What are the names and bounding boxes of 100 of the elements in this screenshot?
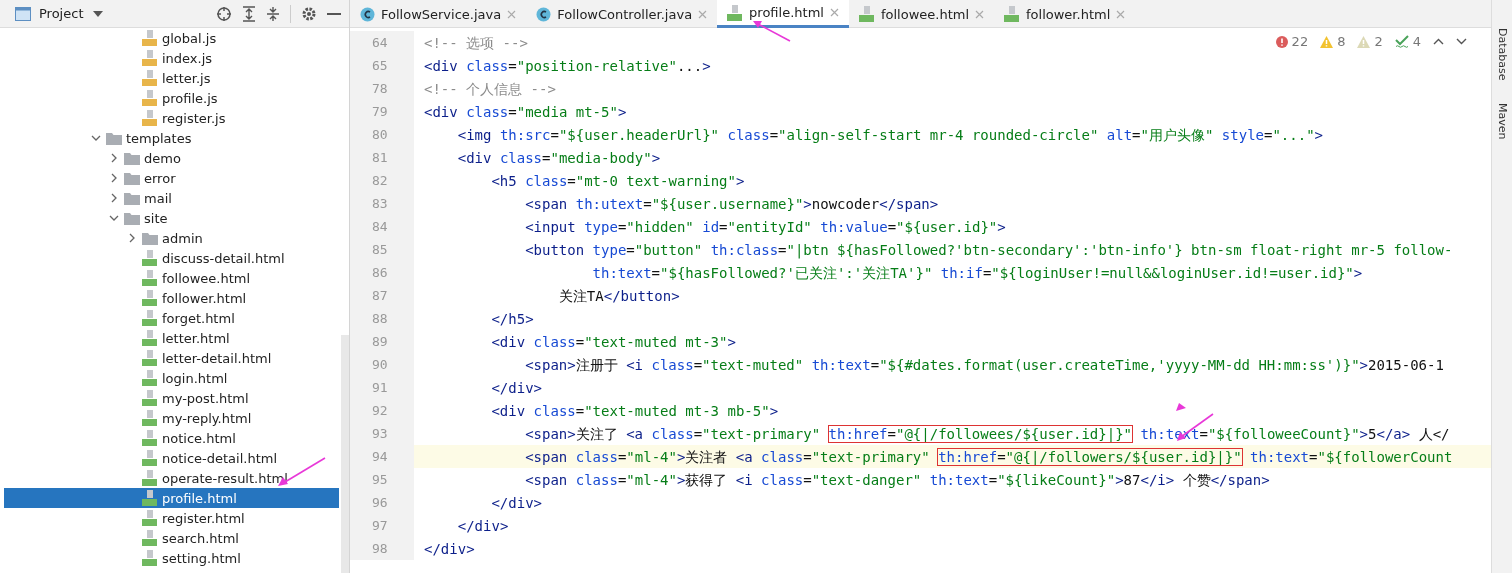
- code-line: </div>: [490, 378, 543, 398]
- tree-item[interactable]: profile.js: [4, 88, 339, 108]
- line-number: 95: [372, 472, 388, 487]
- editor-tab[interactable]: FollowController.java: [526, 0, 718, 28]
- tree-item[interactable]: profile.html: [4, 488, 339, 508]
- tree-item[interactable]: index.js: [4, 48, 339, 68]
- line-number: 82: [372, 173, 388, 188]
- js-file-icon: [142, 110, 158, 126]
- collapse-all-icon[interactable]: [266, 5, 280, 22]
- chevron-right-icon[interactable]: [110, 193, 117, 203]
- tree-item[interactable]: notice.html: [4, 428, 339, 448]
- inspection-count[interactable]: 4: [1394, 34, 1421, 49]
- code-line: <span class="ml-4">获得了 <i class="text-danger" th:text="${likeCount}">87</i> 个赞</span>: [524, 470, 1270, 490]
- html-file-icon: [142, 410, 158, 426]
- code-line: <div class="text-muted mt-3 mb-5">: [490, 401, 779, 421]
- editor-tab[interactable]: profile.html: [717, 0, 849, 28]
- line-number: 94: [372, 449, 388, 464]
- tree-item[interactable]: followee.html: [4, 268, 339, 288]
- editor-tab[interactable]: follower.html: [994, 0, 1136, 28]
- code-line: <div class="media mt-5">: [423, 102, 627, 122]
- inspection-count[interactable]: 22: [1275, 34, 1309, 49]
- tree-item[interactable]: register.js: [4, 108, 339, 128]
- annotation-arrow: [752, 20, 792, 42]
- weak-warning-icon: [1357, 35, 1371, 48]
- tree-item[interactable]: forget.html: [4, 308, 339, 328]
- tree-item[interactable]: my-post.html: [4, 388, 339, 408]
- line-number: 88: [372, 311, 388, 326]
- tool-window-button[interactable]: Database: [1495, 28, 1509, 81]
- code-line: <span class="ml-4">关注者 <a class="text-primary" th:href="@{|/followers/${user.id}|}" th:text="${followerCount: [524, 447, 1453, 467]
- tree-item[interactable]: setting.html: [4, 548, 339, 568]
- html-file-icon: [727, 4, 744, 21]
- tree-item[interactable]: error: [4, 168, 339, 188]
- locate-icon[interactable]: [216, 5, 232, 22]
- tool-window-button[interactable]: Maven: [1495, 102, 1509, 139]
- line-number: 65: [372, 58, 388, 73]
- settings-icon[interactable]: [301, 5, 317, 22]
- expand-all-icon[interactable]: [242, 5, 256, 22]
- html-file-icon: [142, 450, 158, 466]
- tree-item[interactable]: mail: [4, 188, 339, 208]
- tree-item[interactable]: my-reply.html: [4, 408, 339, 428]
- html-file-icon: [142, 270, 158, 286]
- code-line: <span th:utext="${user.username}">nowcoder</span>: [524, 194, 939, 214]
- folder-icon: [106, 131, 122, 145]
- chevron-right-icon[interactable]: [110, 153, 117, 163]
- tree-item[interactable]: follower.html: [4, 288, 339, 308]
- tree-item[interactable]: operate-result.html: [4, 468, 339, 488]
- dropdown-caret-icon[interactable]: [93, 10, 104, 17]
- scrollbar[interactable]: [341, 335, 349, 573]
- html-file-icon: [142, 370, 158, 386]
- editor-tab[interactable]: followee.html: [848, 0, 994, 28]
- tree-item[interactable]: global.js: [4, 28, 339, 48]
- tree-item[interactable]: discuss-detail.html: [4, 248, 339, 268]
- chevron-down-icon[interactable]: [108, 215, 119, 221]
- html-file-icon: [142, 430, 158, 446]
- html-file-icon: [142, 390, 158, 406]
- tree-item[interactable]: register.html: [4, 508, 339, 528]
- inspection-count[interactable]: 8: [1320, 34, 1346, 49]
- code-line: <div class="position-relative"...>: [423, 56, 711, 76]
- tree-item[interactable]: templates: [4, 128, 339, 148]
- line-number: 83: [372, 196, 388, 211]
- html-file-icon: [858, 6, 875, 22]
- chevron-up-icon[interactable]: [1433, 38, 1444, 45]
- line-number: 86: [372, 265, 388, 280]
- code-line: th:text="${hasFollowed?'已关注':'关注TA'}" th:if="${loginUser!=null&&loginUser.id!=user.id}">: [591, 263, 1363, 283]
- tree-item[interactable]: site: [4, 208, 339, 228]
- html-file-icon: [142, 310, 158, 326]
- tree-item[interactable]: letter-detail.html: [4, 348, 339, 368]
- chevron-down-icon[interactable]: [1456, 38, 1467, 45]
- chevron-right-icon[interactable]: [110, 173, 117, 183]
- inspection-count[interactable]: 2: [1357, 34, 1383, 49]
- tree-item[interactable]: letter.html: [4, 328, 339, 348]
- html-file-icon: [142, 530, 158, 546]
- chevron-down-icon[interactable]: [90, 135, 101, 141]
- editor-tab[interactable]: FollowService.java: [350, 0, 527, 28]
- js-file-icon: [142, 70, 158, 86]
- tree-item[interactable]: letter.js: [4, 68, 339, 88]
- html-file-icon: [142, 470, 158, 486]
- tree-item[interactable]: search.html: [4, 528, 339, 548]
- html-file-icon: [142, 290, 158, 306]
- chevron-right-icon[interactable]: [128, 233, 135, 243]
- line-number: 97: [372, 518, 388, 533]
- code-line: <button type="button" th:class="|btn ${hasFollowed?'btn-secondary':'btn-info'} btn-sm float-right mr-5 follow-: [524, 240, 1453, 260]
- tree-item[interactable]: notice-detail.html: [4, 448, 339, 468]
- class-file-icon: [536, 6, 552, 22]
- panel-title[interactable]: Project: [39, 6, 84, 21]
- folder-icon: [124, 171, 140, 185]
- tree-item[interactable]: demo: [4, 148, 339, 168]
- warning-icon: [1320, 35, 1334, 48]
- line-number: 80: [372, 127, 388, 142]
- tree-item[interactable]: admin: [4, 228, 339, 248]
- line-number: 78: [372, 81, 388, 96]
- code-line: <div class="media-body">: [456, 148, 661, 168]
- tree-item[interactable]: login.html: [4, 368, 339, 388]
- folder-icon: [142, 231, 158, 245]
- line-number: 84: [372, 219, 388, 234]
- js-file-icon: [142, 30, 158, 46]
- project-view-icon: [15, 6, 31, 21]
- line-number: 96: [372, 495, 388, 510]
- html-file-icon: [1004, 6, 1020, 22]
- line-number: 79: [372, 104, 388, 119]
